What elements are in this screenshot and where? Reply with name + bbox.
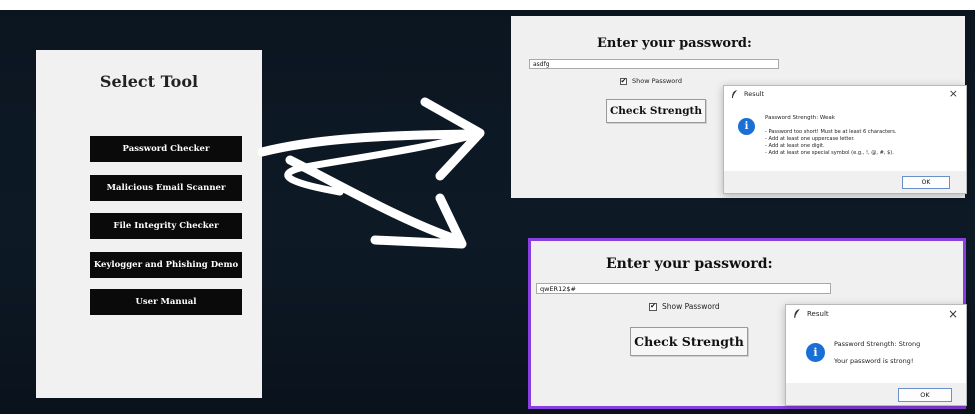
password-input[interactable]: asdfg	[529, 59, 779, 69]
feedback-line: - Password too short! Must be at least 6…	[765, 129, 897, 135]
ok-button[interactable]: OK	[902, 176, 950, 189]
dialog-title: Result	[807, 310, 829, 318]
arrow-head-bottom	[370, 193, 467, 249]
info-icon: i	[806, 343, 825, 362]
feedback-line: - Add at least one special symbol (e.g.,…	[765, 150, 894, 156]
check-strength-button[interactable]: Check Strength	[630, 327, 748, 356]
show-password-label: Show Password	[632, 77, 682, 85]
feather-icon	[793, 309, 801, 319]
password-checker-button[interactable]: Password Checker	[90, 136, 242, 162]
ok-button[interactable]: OK	[898, 388, 952, 402]
arrow-loop-curve	[284, 130, 482, 196]
feedback-line: - Add at least one digit.	[765, 143, 825, 149]
dialog-footer: OK	[786, 383, 966, 405]
strength-result: Password Strength: Weak	[765, 115, 835, 121]
dialog-titlebar: Result	[786, 305, 966, 323]
feedback-line: - Add at least one uppercase letter.	[765, 136, 855, 142]
user-manual-button[interactable]: User Manual	[90, 289, 242, 315]
select-tool-title: Select Tool	[99, 72, 199, 91]
arrow-to-top-window	[257, 129, 483, 157]
file-integrity-checker-button[interactable]: File Integrity Checker	[90, 213, 242, 239]
check-strength-button[interactable]: Check Strength	[606, 99, 706, 123]
result-dialog-weak: Result × i Password Strength: Weak - Pas…	[723, 85, 967, 194]
show-password-checkbox[interactable]: ✔	[620, 77, 627, 85]
info-icon: i	[738, 118, 755, 135]
close-icon[interactable]: ×	[949, 87, 958, 100]
enter-password-heading: Enter your password:	[606, 256, 773, 272]
select-tool-panel: Select Tool Password Checker Malicious E…	[36, 50, 262, 398]
enter-password-heading: Enter your password:	[597, 36, 752, 51]
password-input[interactable]: qwER12$#	[536, 283, 831, 294]
close-icon[interactable]: ×	[948, 307, 958, 321]
malicious-email-scanner-button[interactable]: Malicious Email Scanner	[90, 175, 242, 201]
arrow-to-bottom-window	[285, 155, 463, 245]
keylogger-phishing-demo-button[interactable]: Keylogger and Phishing Demo	[90, 252, 242, 278]
dialog-titlebar: Result	[724, 86, 966, 102]
show-password-checkbox[interactable]: ✔	[649, 302, 657, 311]
result-dialog-strong: Result × i Password Strength: Strong You…	[785, 304, 967, 406]
show-password-toggle[interactable]: ✔ Show Password	[620, 77, 682, 85]
strength-result: Password Strength: Strong	[834, 340, 921, 348]
feather-icon	[731, 89, 738, 99]
arrow-head-top	[420, 97, 485, 181]
strength-message: Your password is strong!	[834, 357, 914, 365]
dialog-footer: OK	[724, 171, 966, 193]
show-password-label: Show Password	[662, 302, 720, 311]
show-password-toggle[interactable]: ✔ Show Password	[649, 302, 720, 311]
dialog-title: Result	[744, 90, 765, 98]
top-banner-strip	[0, 0, 975, 10]
